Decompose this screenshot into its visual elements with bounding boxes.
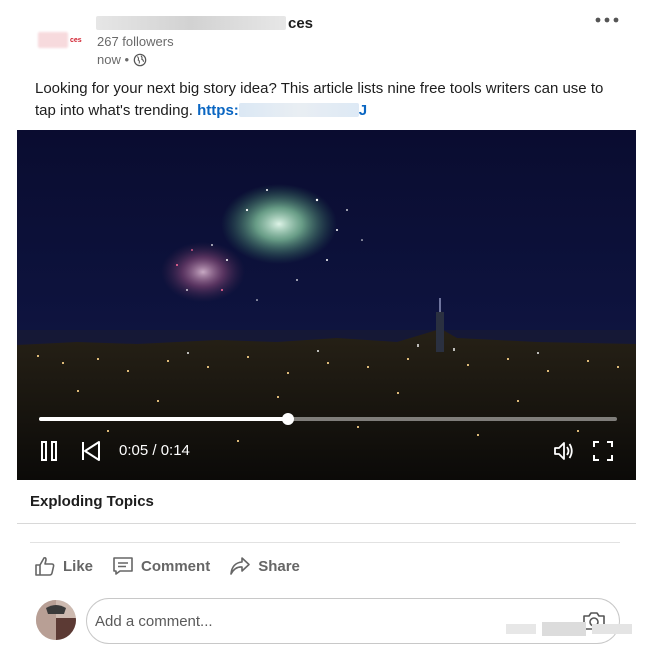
- video-controls: 0:05 / 0:14: [17, 404, 636, 480]
- video-time: 0:05 / 0:14: [119, 442, 190, 459]
- thumbs-up-icon: [35, 556, 55, 576]
- watermark: [506, 622, 632, 636]
- volume-icon[interactable]: [552, 439, 576, 463]
- company-name[interactable]: ces: [96, 15, 313, 32]
- article-link[interactable]: https: J: [197, 102, 367, 119]
- share-button[interactable]: Share: [228, 548, 300, 584]
- share-icon: [230, 557, 250, 575]
- pause-icon[interactable]: [37, 439, 61, 463]
- progress-bar[interactable]: [39, 413, 617, 425]
- previous-icon[interactable]: [79, 439, 103, 463]
- like-label: Like: [63, 557, 94, 575]
- share-label: Share: [258, 557, 300, 575]
- like-button[interactable]: Like: [33, 548, 93, 584]
- post-time: now •: [97, 52, 147, 67]
- link-caption[interactable]: Exploding Topics: [17, 480, 636, 524]
- company-logo[interactable]: ces: [36, 26, 86, 56]
- post-actions: Like Comment Share: [33, 548, 318, 584]
- post-text: Looking for your next big story idea? Th…: [35, 78, 620, 122]
- fullscreen-icon[interactable]: [591, 439, 615, 463]
- follower-count: 267 followers: [97, 34, 174, 49]
- avatar[interactable]: [36, 600, 76, 640]
- more-options-icon[interactable]: [594, 14, 620, 26]
- progress-handle[interactable]: [281, 413, 294, 425]
- caption-title: Exploding Topics: [30, 493, 154, 510]
- divider: [30, 542, 620, 543]
- comment-label: Comment: [141, 557, 211, 575]
- comment-icon: [113, 557, 133, 575]
- redacted-name: [96, 16, 286, 30]
- progress-fill: [39, 417, 288, 421]
- globe-icon: [133, 53, 147, 66]
- comment-button[interactable]: Comment: [111, 548, 210, 584]
- redacted-link: [238, 103, 359, 117]
- post-header: ces ces 267 followers now •: [36, 10, 626, 70]
- company-name-suffix: ces: [288, 15, 314, 32]
- post-time-text: now •: [97, 52, 130, 67]
